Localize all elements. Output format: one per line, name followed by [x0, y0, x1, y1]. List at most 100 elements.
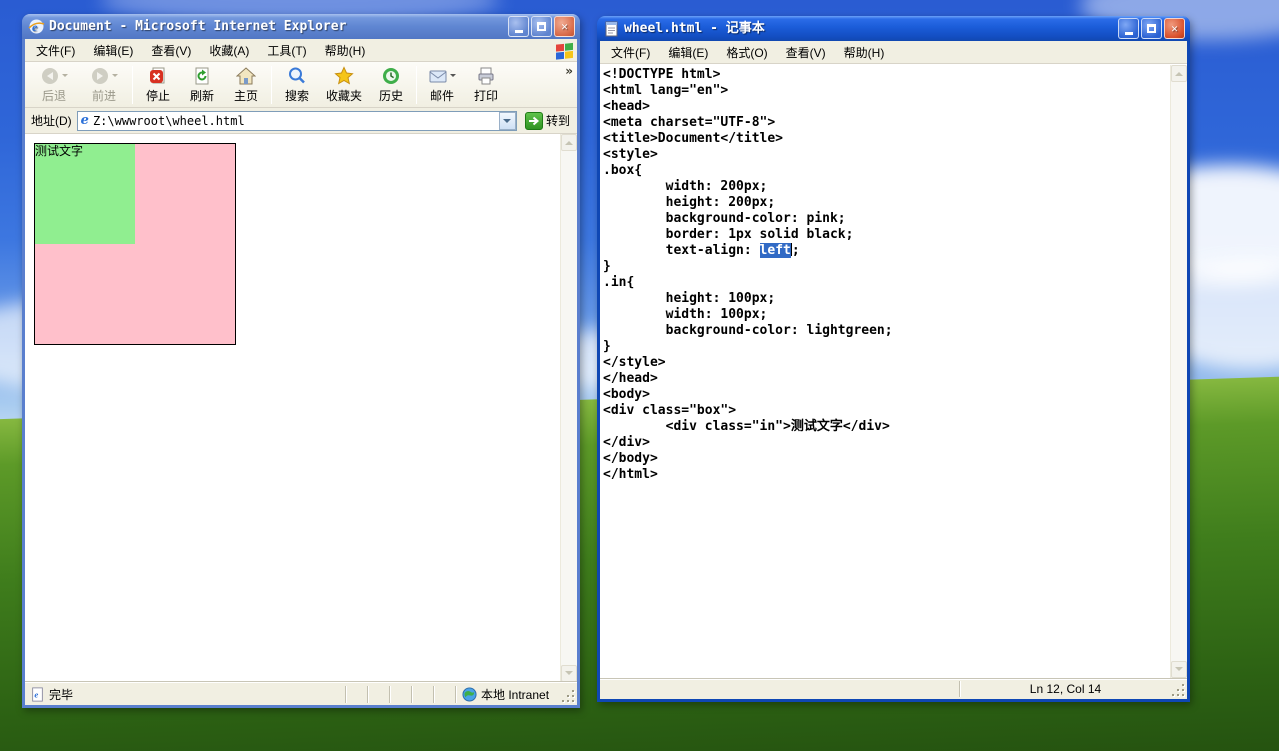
intranet-globe-icon [462, 686, 477, 702]
code-line: } [603, 339, 611, 354]
ie-status-text: 完毕 [49, 687, 74, 702]
forward-label: 前进 [91, 88, 116, 103]
print-button[interactable]: 打印 [464, 64, 508, 106]
code-line: </div> [603, 435, 650, 450]
close-button[interactable]: ✕ [554, 16, 575, 37]
ie-toolbar: 后退 前进 停止 刷新 主页 搜索 收藏夹 历史 邮件 打印 » [25, 62, 577, 108]
menu-view[interactable]: 查看(V) [777, 41, 835, 64]
ie-window-title: Document - Microsoft Internet Explorer [49, 19, 347, 34]
menu-edit[interactable]: 编辑(E) [659, 41, 717, 64]
favorites-star-icon [334, 65, 354, 85]
refresh-button[interactable]: 刷新 [180, 64, 224, 106]
code-line: <body> [603, 387, 650, 402]
go-label: 转到 [545, 114, 570, 128]
address-value: Z:\wwwroot\wheel.html [92, 113, 245, 128]
status-pane [367, 685, 389, 703]
favorites-label: 收藏夹 [325, 88, 362, 103]
back-icon [42, 67, 58, 84]
forward-button[interactable]: 前进 [79, 64, 129, 106]
mail-icon [429, 70, 447, 82]
svg-text:e: e [32, 20, 38, 34]
resize-grip[interactable] [1172, 684, 1186, 697]
maximize-button[interactable] [1141, 18, 1162, 39]
home-icon [236, 66, 256, 84]
toolbar-separator [132, 65, 133, 104]
mail-label: 邮件 [429, 88, 454, 103]
menu-file[interactable]: 文件(F) [27, 39, 84, 62]
address-dropdown-button[interactable] [498, 111, 516, 130]
back-button[interactable]: 后退 [29, 64, 79, 106]
code-line: <div class="in">测试文字</div> [603, 419, 890, 434]
menu-help[interactable]: 帮助(H) [316, 39, 375, 62]
ie-menubar: 文件(F) 编辑(E) 查看(V) 收藏(A) 工具(T) 帮助(H) [25, 40, 577, 62]
menu-help[interactable]: 帮助(H) [835, 41, 894, 64]
toolbar-overflow-chevron[interactable]: » [565, 64, 573, 78]
stop-button[interactable]: 停止 [136, 64, 180, 106]
code-line: </style> [603, 355, 666, 370]
go-button[interactable]: 转到 [522, 111, 573, 130]
menu-file[interactable]: 文件(F) [602, 41, 659, 64]
forward-icon [92, 67, 108, 84]
ie-statusbar: e 完毕 本地 Intranet [25, 682, 577, 705]
text-caret [790, 243, 792, 256]
stop-label: 停止 [145, 88, 170, 103]
notepad-window: wheel.html - 记事本 ✕ 文件(F) 编辑(E) 格式(O) 查看(… [597, 16, 1190, 702]
svg-text:e: e [34, 689, 38, 699]
code-line: </head> [603, 371, 658, 386]
minimize-button[interactable] [1118, 18, 1139, 39]
notepad-vertical-scrollbar[interactable] [1170, 65, 1187, 678]
scroll-down-button[interactable] [1171, 661, 1187, 678]
search-button[interactable]: 搜索 [275, 64, 319, 106]
webpage-pink-box: 测试文字 [34, 143, 236, 345]
code-line: width: 200px; [603, 179, 768, 194]
menu-edit[interactable]: 编辑(E) [84, 39, 142, 62]
ie-titlebar[interactable]: e Document - Microsoft Internet Explorer… [22, 14, 580, 39]
maximize-button[interactable] [531, 16, 552, 37]
close-button[interactable]: ✕ [1164, 18, 1185, 39]
home-button[interactable]: 主页 [224, 64, 268, 106]
cursor-position: Ln 12, Col 14 [959, 681, 1171, 697]
status-pane [345, 685, 367, 703]
mail-button[interactable]: 邮件 [420, 64, 464, 106]
scroll-up-button[interactable] [561, 134, 577, 151]
address-input[interactable]: e Z:\wwwroot\wheel.html [76, 110, 517, 131]
status-pane [389, 685, 411, 703]
selected-text: left [759, 243, 791, 258]
ie-window: e Document - Microsoft Internet Explorer… [22, 14, 580, 708]
menu-view[interactable]: 查看(V) [142, 39, 200, 62]
code-line: } [603, 259, 611, 274]
menu-tools[interactable]: 工具(T) [258, 39, 315, 62]
ie-vertical-scrollbar[interactable] [560, 134, 577, 682]
home-label: 主页 [233, 88, 258, 103]
notepad-menubar: 文件(F) 编辑(E) 格式(O) 查看(V) 帮助(H) [600, 42, 1187, 64]
windows-flag-icon [556, 42, 573, 60]
code-line: <style> [603, 147, 658, 162]
code-line: <title>Document</title> [603, 131, 784, 146]
code-line: .box{ [603, 163, 643, 178]
ie-logo-icon: e [28, 19, 45, 34]
page-ie-icon: e [80, 113, 89, 128]
ie-addressbar: 地址(D) e Z:\wwwroot\wheel.html 转到 [25, 108, 577, 134]
notepad-code[interactable]: <!DOCTYPE html> <html lang="en"> <head> <me… [600, 65, 1170, 678]
notepad-statusbar: Ln 12, Col 14 [600, 678, 1187, 699]
code-line: height: 200px; [603, 195, 776, 210]
menu-format[interactable]: 格式(O) [717, 41, 776, 64]
code-line: border: 1px solid black; [603, 227, 854, 242]
resize-grip[interactable] [562, 690, 576, 703]
scroll-up-button[interactable] [1171, 65, 1187, 82]
menu-favorites[interactable]: 收藏(A) [200, 39, 258, 62]
code-line: <html lang="en"> [603, 83, 729, 98]
done-page-icon: e [32, 686, 43, 702]
print-icon [478, 67, 494, 84]
history-button[interactable]: 历史 [369, 64, 413, 106]
scroll-down-button[interactable] [561, 665, 577, 682]
code-line: <meta charset="UTF-8"> [603, 115, 776, 130]
favorites-button[interactable]: 收藏夹 [319, 64, 369, 106]
address-label: 地址(D) [31, 114, 72, 128]
code-line: </body> [603, 451, 658, 466]
code-line: width: 100px; [603, 307, 768, 322]
minimize-button[interactable] [508, 16, 529, 37]
notepad-window-title: wheel.html - 记事本 [624, 21, 765, 36]
notepad-titlebar[interactable]: wheel.html - 记事本 ✕ [597, 16, 1190, 41]
stop-icon [150, 67, 165, 83]
